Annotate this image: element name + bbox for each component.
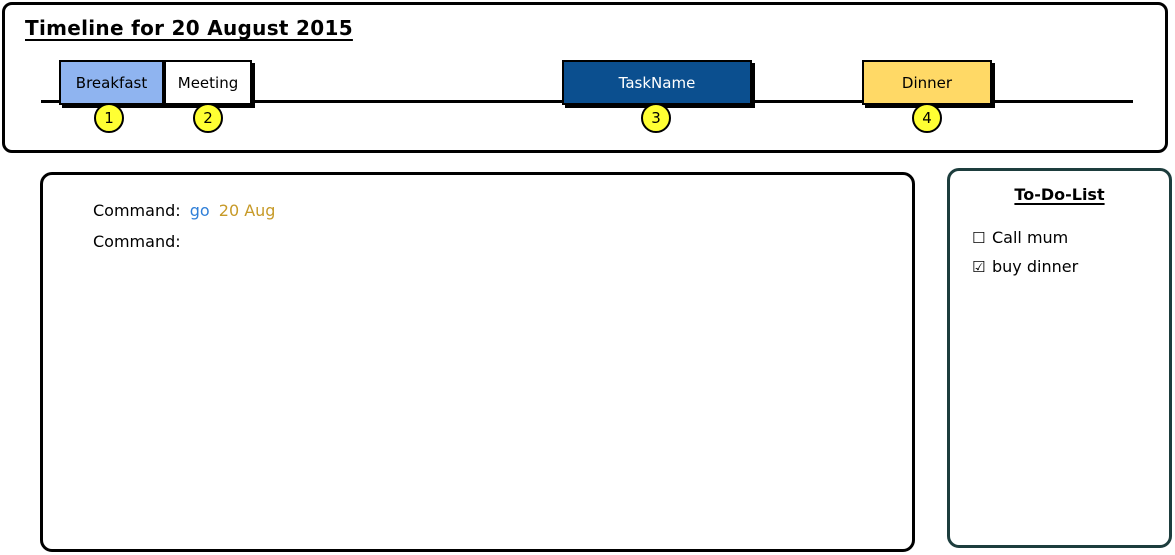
todo-item-label: buy dinner — [992, 257, 1079, 276]
event-label: Breakfast — [75, 73, 148, 92]
todo-item-call-mum[interactable]: ☐ Call mum — [972, 228, 1068, 247]
command-line: Command: go 20 Aug — [93, 201, 279, 220]
event-marker-3: 3 — [641, 103, 671, 133]
event-marker-1: 1 — [94, 103, 124, 133]
event-marker-2: 2 — [193, 103, 223, 133]
app-window: Timeline for 20 August 2015 Breakfast Me… — [0, 0, 1175, 555]
event-label: Dinner — [901, 73, 953, 92]
command-prompt: Command: — [93, 232, 181, 251]
todo-item-label: Call mum — [992, 228, 1069, 247]
command-verb: go — [189, 201, 210, 220]
unchecked-checkbox-icon[interactable]: ☐ — [972, 229, 992, 247]
command-prompt: Command: — [93, 201, 181, 220]
todo-title: To-Do-List — [1014, 185, 1105, 204]
command-input-line[interactable]: Command: — [93, 232, 185, 251]
command-console[interactable]: Command: go 20 Aug Command: — [40, 172, 915, 552]
todo-item-buy-dinner[interactable]: ☑ buy dinner — [972, 257, 1078, 276]
event-label: TaskName — [618, 73, 696, 92]
event-dinner[interactable]: Dinner — [862, 60, 992, 105]
command-argument: 20 Aug — [218, 201, 276, 220]
event-label: Meeting — [177, 73, 239, 92]
event-taskname[interactable]: TaskName — [562, 60, 752, 105]
checked-checkbox-icon[interactable]: ☑ — [972, 258, 992, 276]
todo-panel: To-Do-List ☐ Call mum ☑ buy dinner — [947, 168, 1172, 548]
timeline-panel: Timeline for 20 August 2015 Breakfast Me… — [2, 2, 1168, 153]
timeline-title: Timeline for 20 August 2015 — [25, 16, 353, 40]
event-marker-4: 4 — [912, 103, 942, 133]
event-breakfast[interactable]: Breakfast — [59, 60, 164, 105]
event-meeting[interactable]: Meeting — [164, 60, 252, 105]
